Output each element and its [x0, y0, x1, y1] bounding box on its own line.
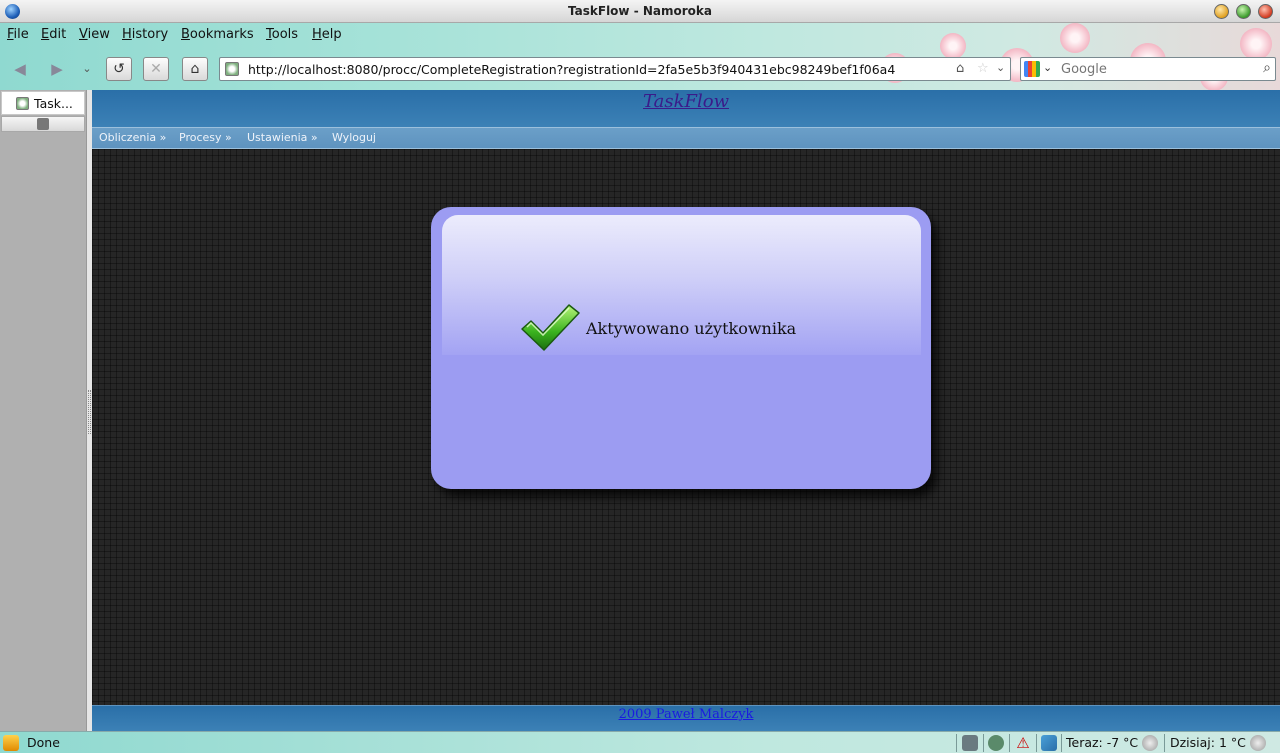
success-message: Aktywowano użytkownika [586, 319, 797, 338]
nav-procesy[interactable]: Procesy » [179, 131, 232, 144]
window-title: TaskFlow - Namoroka [568, 4, 712, 18]
weather-now[interactable]: Teraz: -7 °C [1066, 735, 1138, 750]
history-dropdown-icon[interactable]: ⌄ [80, 57, 94, 81]
download-strip[interactable] [1, 116, 85, 132]
download-icon[interactable] [37, 118, 49, 130]
flower-decoration [1060, 23, 1090, 53]
divider [1009, 734, 1010, 752]
divider [956, 734, 957, 752]
menu-view[interactable]: View [79, 27, 110, 42]
chevron-down-icon[interactable]: ⌄ [1043, 61, 1052, 74]
footer-credit-link[interactable]: 2009 Paweł Malczyk [92, 707, 1280, 722]
browser-chrome: File Edit View History Bookmarks Tools H… [0, 23, 1280, 91]
maximize-button[interactable] [1236, 4, 1251, 19]
flower-decoration [940, 33, 966, 59]
tab-sidebar: Task... [0, 90, 86, 731]
reload-icon[interactable]: ↺ [106, 57, 132, 81]
statusbar: Done ⚠ Teraz: -7 °C Dzisiaj: 1 °C [0, 731, 1280, 753]
weather-today[interactable]: Dzisiaj: 1 °C [1170, 735, 1246, 750]
site-title-link[interactable]: TaskFlow [92, 91, 1280, 112]
menu-bookmarks[interactable]: Bookmarks [181, 27, 254, 42]
back-arrow-icon[interactable]: ◀ [10, 57, 30, 81]
favicon-icon [16, 97, 29, 110]
nav-obliczenia[interactable]: Obliczenia » [99, 131, 166, 144]
divider [1061, 734, 1062, 752]
menu-tools[interactable]: Tools [266, 27, 298, 42]
divider [1164, 734, 1165, 752]
chevron-down-icon[interactable]: ⌄ [996, 61, 1005, 74]
forward-arrow-icon[interactable]: ▶ [47, 57, 67, 81]
status-text: Done [27, 735, 60, 750]
tab-taskflow[interactable]: Task... [1, 91, 85, 115]
menu-history[interactable]: History [122, 27, 168, 42]
addon-status-icon[interactable] [988, 735, 1004, 751]
message-card: Aktywowano użytkownika [431, 207, 931, 489]
menu-file[interactable]: File [7, 27, 29, 42]
search-engine-icon[interactable] [1024, 61, 1040, 77]
url-text[interactable]: http://localhost:8080/procc/CompleteRegi… [248, 62, 895, 77]
search-bar[interactable]: ⌄ ⌕ [1020, 57, 1276, 81]
minimize-button[interactable] [1214, 4, 1229, 19]
site-nav: Obliczenia » Procesy » Ustawienia » Wylo… [92, 127, 1280, 149]
menu-help[interactable]: Help [312, 27, 342, 42]
site-identity-icon[interactable] [225, 62, 239, 76]
site-footer: 2009 Paweł Malczyk [92, 705, 1280, 731]
star-icon[interactable]: ☆ [977, 61, 989, 76]
plugin-status-icon[interactable] [962, 735, 978, 751]
fox-status-icon [3, 735, 19, 751]
page-content: TaskFlow Obliczenia » Procesy » Ustawien… [92, 90, 1280, 731]
splitter-grip[interactable] [88, 390, 91, 434]
site-header: TaskFlow [92, 90, 1280, 127]
nav-wyloguj[interactable]: Wyloguj [332, 131, 376, 144]
home-icon[interactable]: ⌂ [956, 61, 964, 76]
stop-icon[interactable]: ✕ [143, 57, 169, 81]
cloud-icon [1250, 735, 1266, 751]
search-input[interactable] [1061, 60, 1251, 78]
home-icon[interactable]: ⌂ [182, 57, 208, 81]
tab-label: Task... [34, 96, 73, 111]
close-window-button[interactable] [1258, 4, 1273, 19]
divider [983, 734, 984, 752]
window-titlebar: TaskFlow - Namoroka [0, 0, 1280, 23]
warning-icon[interactable]: ⚠ [1015, 735, 1031, 751]
magnifier-icon[interactable]: ⌕ [1263, 60, 1271, 76]
flower-decoration [1240, 28, 1272, 60]
menu-edit[interactable]: Edit [41, 27, 66, 42]
network-status-icon[interactable] [1041, 735, 1057, 751]
url-bar[interactable]: http://localhost:8080/procc/CompleteRegi… [219, 57, 1011, 81]
checkmark-icon [521, 304, 580, 351]
divider [1036, 734, 1037, 752]
cloud-icon [1142, 735, 1158, 751]
nav-ustawienia[interactable]: Ustawienia » [247, 131, 318, 144]
